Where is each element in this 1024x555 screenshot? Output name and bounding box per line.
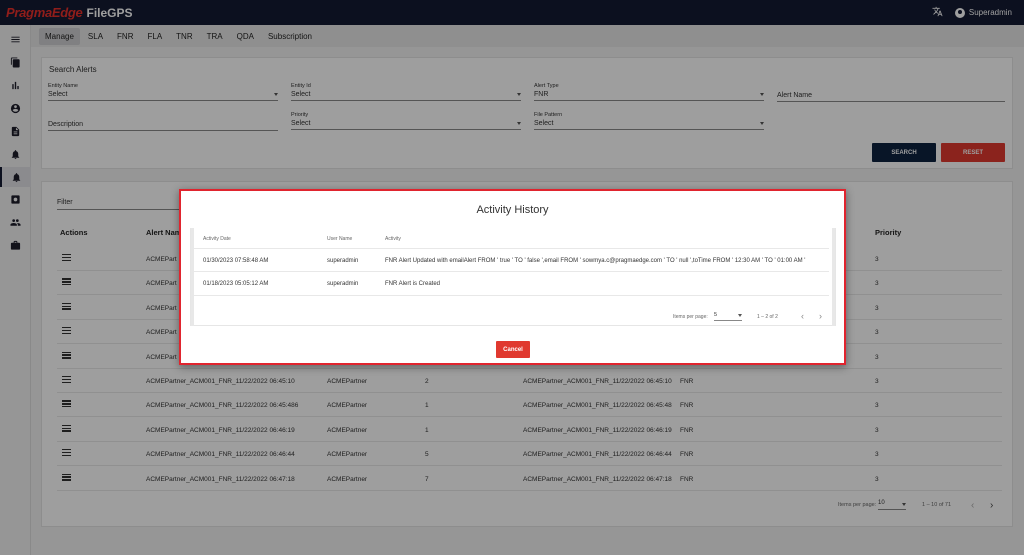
activity-user: superadmin [327,281,359,287]
activity-history-dialog: Activity History Activity Date User Name… [179,189,846,365]
dialog-page-size-value: 5 [714,312,718,318]
dialog-range-label: 1 – 2 of 2 [757,314,778,320]
activity-date: 01/30/2023 07:58:48 AM [203,258,269,264]
header-activity-date: Activity Date [203,236,231,242]
dialog-title: Activity History [476,204,549,216]
activity-date: 01/18/2023 05:05:12 AM [203,281,269,287]
dropdown-arrow-icon [738,314,742,317]
activity-row: 01/30/2023 07:58:48 AM superadmin FNR Al… [191,248,829,272]
cancel-button[interactable]: Cancel [496,341,530,358]
header-user-name: User Name [327,236,353,242]
activity-table: Activity Date User Name Activity 01/30/2… [190,228,836,326]
activity-text: FNR Alert is Created [385,281,441,287]
activity-text: FNR Alert Updated with emailAlert FROM '… [385,258,806,264]
chevron-left-icon[interactable]: ‹ [801,311,804,321]
header-activity: Activity [385,236,401,242]
dialog-page-size-select[interactable]: 5 [714,312,742,321]
dialog-items-per-page-label: Items per page: [673,314,708,320]
activity-user: superadmin [327,258,359,264]
scrollbar-right[interactable] [832,228,835,326]
chevron-right-icon[interactable]: › [819,311,822,321]
activity-row: 01/18/2023 05:05:12 AM superadmin FNR Al… [191,272,829,296]
